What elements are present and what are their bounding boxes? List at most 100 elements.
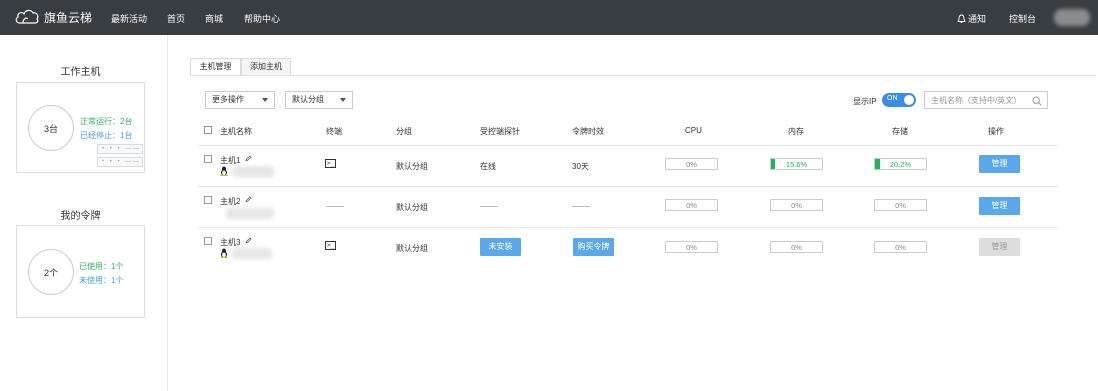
avatar[interactable] <box>1054 9 1090 26</box>
stopped-count: 已经停止：1台 <box>80 131 133 140</box>
more-operations-label: 更多操作 <box>212 95 244 104</box>
col-group: 分组 <box>396 127 412 136</box>
manage-button-disabled[interactable]: 管理 <box>979 238 1020 256</box>
row-divider <box>198 145 1058 146</box>
edit-icon[interactable] <box>245 237 252 244</box>
search-icon[interactable] <box>1032 96 1042 106</box>
host-group: 默认分组 <box>396 244 428 253</box>
storage-bar: 0% <box>874 241 927 253</box>
storage-bar: 0% <box>874 199 927 211</box>
caret-down-icon <box>262 98 268 102</box>
top-navbar: 旗鱼云梯 最新活动 首页 商城 帮助中心 通知 控制台 <box>0 0 1098 35</box>
show-ip-toggle[interactable]: ON <box>882 93 916 107</box>
terminal-icon[interactable]: >_ <box>325 241 336 250</box>
storage-value: 0% <box>895 243 906 252</box>
storage-bar: 20.2% <box>874 158 927 170</box>
row-divider <box>198 186 1058 187</box>
toggle-state: ON <box>887 95 898 102</box>
search-placeholder: 主机名称（支持中/英文） <box>931 96 1022 105</box>
edit-icon[interactable] <box>245 196 252 203</box>
select-all-checkbox[interactable] <box>204 126 212 134</box>
probe-empty <box>480 206 498 207</box>
more-operations-dropdown[interactable]: 更多操作 <box>205 91 275 109</box>
notice-link[interactable]: 通知 <box>957 12 986 25</box>
notice-label: 通知 <box>968 14 987 24</box>
token-validity[interactable]: 30天 <box>572 161 589 172</box>
host-name: 主机3 <box>220 238 241 247</box>
manage-button[interactable]: 管理 <box>979 197 1020 215</box>
my-tokens-card: 2个 已使用：1个 未使用：1个 <box>16 225 145 318</box>
cpu-bar: 0% <box>665 199 718 211</box>
terminal-icon[interactable]: >_ <box>325 159 336 168</box>
nav-help-center[interactable]: 帮助中心 <box>244 12 280 25</box>
host-name: 主机2 <box>220 197 241 206</box>
host-search-input[interactable]: 主机名称（支持中/英文） <box>924 91 1048 109</box>
host-ip-blurred <box>226 208 274 219</box>
row-checkbox[interactable] <box>204 196 212 204</box>
brand-name: 旗鱼云梯 <box>44 10 93 25</box>
cpu-bar: 0% <box>665 158 718 170</box>
logo[interactable]: 旗鱼云梯 <box>14 8 92 26</box>
tab-add-host[interactable]: 添加主机 <box>241 58 291 76</box>
nav-latest-activity[interactable]: 最新活动 <box>111 12 147 25</box>
row-checkbox[interactable] <box>204 237 212 245</box>
col-probe: 受控端探针 <box>480 127 520 136</box>
linux-icon <box>220 166 228 176</box>
cpu-value: 0% <box>686 243 697 252</box>
row-checkbox[interactable] <box>204 155 212 163</box>
tab-host-management[interactable]: 主机管理 <box>190 58 241 76</box>
my-tokens-title[interactable]: 我的令牌 <box>16 207 145 222</box>
row-divider <box>198 227 1058 228</box>
host-name: 主机1 <box>220 156 241 165</box>
host-group: 默认分组 <box>396 203 428 212</box>
group-filter-label: 默认分组 <box>292 95 324 104</box>
col-memory: 内存 <box>788 127 804 136</box>
host-ip-blurred <box>232 166 274 177</box>
col-cpu: CPU <box>685 126 702 135</box>
running-count: 正常运行：2台 <box>80 117 133 126</box>
memory-value: 0% <box>791 201 802 210</box>
nav-store[interactable]: 商城 <box>205 12 223 25</box>
col-token-validity: 令牌时效 <box>572 127 604 136</box>
host-count-circle: 3台 <box>28 105 74 151</box>
bell-icon <box>957 14 966 23</box>
cpu-bar: 0% <box>665 241 718 253</box>
col-actions: 操作 <box>988 127 1004 136</box>
work-hosts-card: 3台 正常运行：2台 已经停止：1台 • • • —— • • • —— <box>16 82 145 173</box>
col-host-name: 主机名称 <box>220 127 252 136</box>
col-storage: 存储 <box>892 127 908 136</box>
storage-value: 20.2% <box>889 160 912 169</box>
nav-home[interactable]: 首页 <box>167 12 185 25</box>
console-link[interactable]: 控制台 <box>1009 12 1036 25</box>
terminal-empty <box>326 206 344 207</box>
cpu-value: 0% <box>686 201 697 210</box>
token-empty <box>572 206 590 207</box>
token-count-circle: 2个 <box>28 249 74 295</box>
memory-bar: 0% <box>770 199 823 211</box>
host-group: 默认分组 <box>396 162 428 171</box>
used-tokens: 已使用：1个 <box>79 262 124 271</box>
probe-status: 在线 <box>480 162 496 171</box>
caret-down-icon <box>340 98 346 102</box>
memory-value: 15.6% <box>785 160 808 169</box>
manage-button[interactable]: 管理 <box>979 155 1020 173</box>
memory-bar: 15.6% <box>770 158 823 170</box>
memory-bar: 0% <box>770 241 823 253</box>
tab-divider <box>190 75 1096 76</box>
group-filter-dropdown[interactable]: 默认分组 <box>285 91 353 109</box>
decorative-server-box: • • • —— <box>97 157 143 167</box>
cpu-value: 0% <box>686 160 697 169</box>
host-ip-blurred <box>232 248 272 259</box>
toggle-knob <box>904 95 914 105</box>
memory-value: 0% <box>791 243 802 252</box>
edit-icon[interactable] <box>245 155 252 162</box>
storage-value: 0% <box>895 201 906 210</box>
not-installed-button[interactable]: 未安装 <box>480 238 521 256</box>
col-terminal: 终端 <box>326 127 342 136</box>
linux-icon <box>220 248 228 258</box>
unused-tokens: 未使用：1个 <box>79 276 124 285</box>
show-ip-label: 显示IP <box>853 97 877 106</box>
cloud-logo-icon <box>15 9 39 24</box>
buy-token-button[interactable]: 购买令牌 <box>573 238 614 256</box>
decorative-server-box: • • • —— <box>97 144 143 154</box>
